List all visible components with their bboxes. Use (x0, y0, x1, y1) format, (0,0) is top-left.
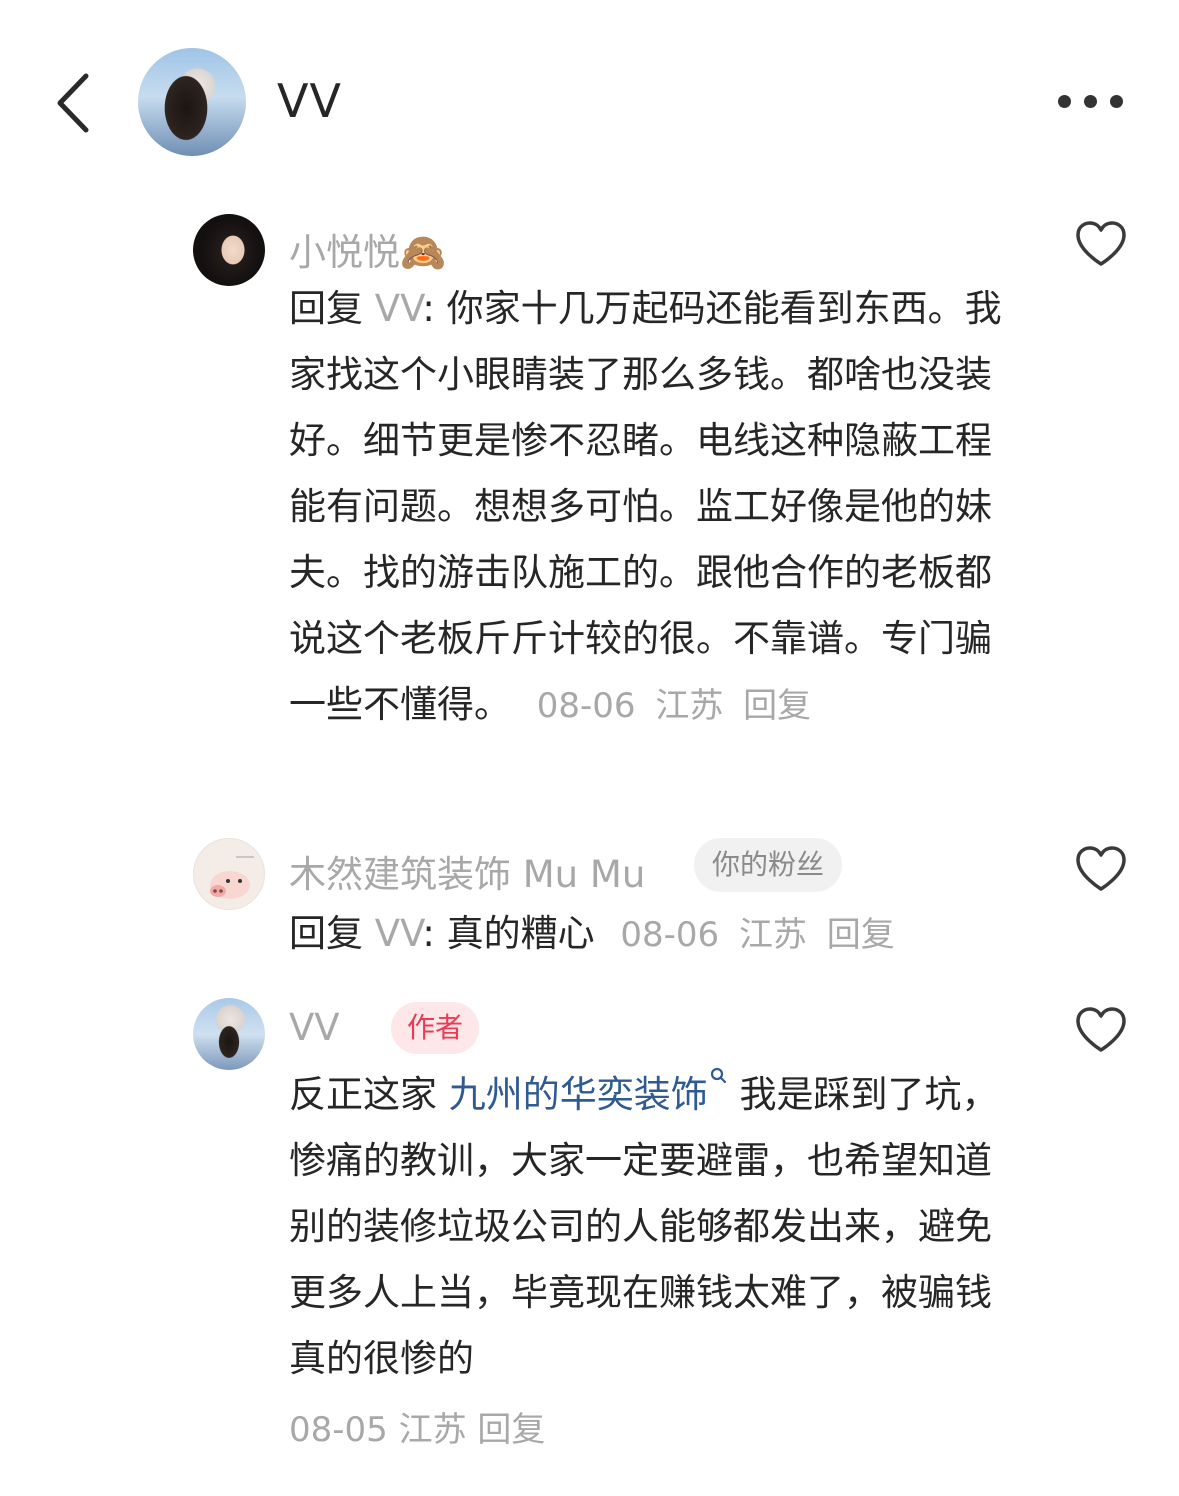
fan-badge: 你的粉丝 (694, 838, 843, 892)
top-bar: VV (0, 0, 1179, 200)
avatar[interactable] (193, 838, 265, 910)
reply-prefix: 回复 (289, 287, 363, 330)
pig-icon (210, 856, 254, 899)
reply-target-name[interactable]: VV (375, 287, 423, 330)
heart-icon[interactable] (1074, 220, 1128, 268)
avatar[interactable] (193, 214, 265, 286)
comment-username[interactable]: 小悦悦🙈 (289, 222, 446, 276)
reply-button[interactable]: 回复 (743, 686, 811, 726)
reply-target-name[interactable]: VV (375, 912, 423, 955)
search-icon[interactable] (710, 1067, 728, 1089)
search-link[interactable]: 九州的华奕装饰 (449, 1073, 708, 1116)
comment-username[interactable]: 木然建筑装饰 Mu Mu (289, 844, 645, 898)
comment-location: 江苏 (738, 915, 807, 955)
comment-location: 江苏 (655, 686, 724, 726)
comment-text: 反正这家 九州的华奕装饰 我是踩到了坑，惨痛的教训，大家一定要避雷，也希望知道别… (289, 1062, 1004, 1392)
avatar[interactable] (193, 998, 265, 1070)
chevron-left-icon (57, 73, 89, 133)
comment-content: 我是踩到了坑，惨痛的教训，大家一定要避雷，也希望知道别的装修垃圾公司的人能够都发… (289, 1073, 999, 1380)
reply-button[interactable]: 回复 (477, 1410, 545, 1450)
more-button[interactable] (1058, 95, 1124, 109)
avatar[interactable] (138, 48, 246, 156)
reply-button[interactable]: 回复 (827, 915, 895, 955)
comment-date: 08-06 (536, 686, 636, 726)
more-dot (1058, 95, 1071, 108)
more-dot (1084, 95, 1097, 108)
comment-location: 江苏 (398, 1410, 467, 1450)
comment-meta: 08-05 江苏 回复 (289, 1402, 545, 1451)
comment-username[interactable]: VV (289, 1006, 340, 1049)
more-dot (1110, 95, 1123, 108)
page-title: VV (277, 74, 342, 128)
comment-date: 08-06 (620, 915, 720, 955)
comment-content: : 你家十几万起码还能看到东西。我家找这个小眼睛装了那么多钱。都啥也没装好。细节… (289, 287, 1002, 726)
comment-text: 回复 VV: 真的糟心 08-06 江苏 回复 (289, 901, 1004, 968)
author-badge: 作者 (391, 1002, 480, 1054)
heart-icon[interactable] (1074, 845, 1128, 893)
comment-date: 08-05 (289, 1410, 388, 1450)
comment-content: 反正这家 (289, 1073, 449, 1116)
back-button[interactable] (52, 70, 96, 136)
reply-prefix: 回复 (289, 912, 363, 955)
comment-text: 回复 VV: 你家十几万起码还能看到东西。我家找这个小眼睛装了那么多钱。都啥也没… (289, 276, 1004, 739)
comment-content: : 真的糟心 (422, 912, 595, 955)
heart-icon[interactable] (1074, 1006, 1128, 1054)
